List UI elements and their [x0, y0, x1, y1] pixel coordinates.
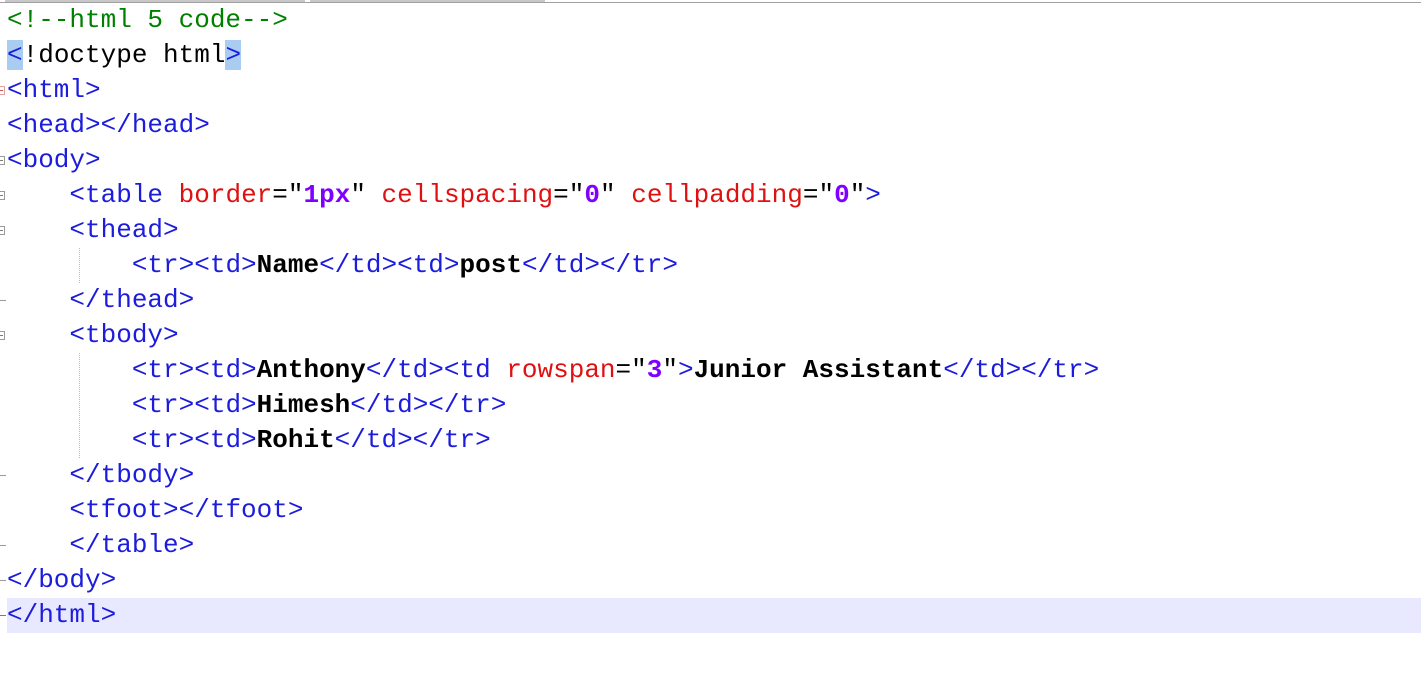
quote-token: ": [350, 180, 366, 210]
code-line[interactable]: <tr><td>Rohit</td></tr>: [7, 423, 1421, 458]
tag-token: <tbody>: [69, 320, 179, 350]
attribute-token: cellspacing: [381, 180, 554, 210]
fold-toggle-thead-icon[interactable]: [0, 226, 5, 235]
attribute-token: cellpadding: [631, 180, 803, 210]
cell-text-token: Himesh: [256, 390, 351, 420]
tag-token: >: [865, 180, 881, 210]
cell-text-token: Junior Assistant: [693, 355, 944, 385]
tag-token: <html>: [7, 75, 101, 105]
tag-token: <body>: [7, 145, 101, 175]
fold-end-tbody-icon: [0, 475, 6, 476]
code-line[interactable]: <table border="1px" cellspacing="0" cell…: [7, 178, 1421, 213]
equals-token: =: [615, 355, 632, 385]
tag-token: </thead>: [69, 285, 195, 315]
fold-toggle-html-icon[interactable]: [0, 86, 5, 95]
tag-token: </tbody>: [69, 460, 195, 490]
value-token: 0: [584, 180, 600, 210]
code-line[interactable]: <head></head>: [7, 108, 1421, 143]
tag-token: <tr><td>: [131, 250, 257, 280]
quote-token: ": [818, 180, 835, 210]
code-line[interactable]: </table>: [7, 528, 1421, 563]
tag-token: </td></tr>: [350, 390, 507, 420]
cell-text-token: Anthony: [256, 355, 366, 385]
doctype-token: doctype html: [38, 40, 226, 70]
value-token: 1px: [303, 180, 351, 210]
tag-token: </td></tr>: [943, 355, 1100, 385]
code-line[interactable]: </thead>: [7, 283, 1421, 318]
code-area[interactable]: <!--html 5 code--> <!doctype html> <html…: [7, 3, 1421, 633]
current-code-line[interactable]: </html>: [7, 598, 1421, 633]
tag-token: </html>: [7, 600, 117, 630]
fold-end-table-icon: [0, 545, 6, 546]
fold-end-body-icon: [0, 580, 6, 581]
code-line[interactable]: <tr><td>Anthony</td><td rowspan="3">Juni…: [7, 353, 1421, 388]
tag-token: <table: [69, 180, 164, 210]
tag-token: <thead>: [69, 215, 179, 245]
quote-token: ": [662, 355, 678, 385]
fold-toggle-tbody-icon[interactable]: [0, 331, 5, 340]
doctype-open-token: <: [7, 40, 23, 70]
tag-token: <tfoot></tfoot>: [69, 495, 304, 525]
tag-token: <head></head>: [7, 110, 210, 140]
tag-token: <td: [443, 355, 491, 385]
quote-token: ": [287, 180, 304, 210]
tag-token: </td></tr>: [334, 425, 491, 455]
tag-token: </td>: [365, 355, 444, 385]
equals-token: =: [553, 180, 569, 210]
fold-toggle-table-icon[interactable]: [0, 191, 5, 200]
quote-token: ": [849, 180, 866, 210]
code-line[interactable]: <!doctype html>: [7, 38, 1421, 73]
tag-token: </table>: [69, 530, 195, 560]
tag-token: </td><td>: [319, 250, 460, 280]
fold-end-html-icon: [0, 615, 6, 616]
tag-token: >: [677, 355, 694, 385]
cell-text-token: post: [459, 250, 522, 280]
doctype-bang-token: !: [22, 40, 39, 70]
code-line[interactable]: <tr><td>Himesh</td></tr>: [7, 388, 1421, 423]
equals-token: =: [272, 180, 288, 210]
tag-token: <tr><td>: [131, 425, 257, 455]
fold-toggle-body-icon[interactable]: [0, 156, 5, 165]
comment-token: <!--html 5 code-->: [7, 5, 288, 35]
code-line[interactable]: <tr><td>Name</td><td>post</td></tr>: [7, 248, 1421, 283]
code-line[interactable]: <tfoot></tfoot>: [7, 493, 1421, 528]
doctype-close-token: >: [225, 40, 242, 70]
tag-token: </body>: [7, 565, 117, 595]
code-line[interactable]: <thead>: [7, 213, 1421, 248]
fold-margin: [0, 3, 7, 673]
cell-text-token: Name: [256, 250, 320, 280]
attribute-token: rowspan: [506, 355, 616, 385]
quote-token: ": [568, 180, 585, 210]
quote-token: ": [600, 180, 616, 210]
code-line[interactable]: <body>: [7, 143, 1421, 178]
value-token: 0: [834, 180, 850, 210]
attribute-token: border: [178, 180, 273, 210]
code-line[interactable]: </tbody>: [7, 458, 1421, 493]
code-line[interactable]: </body>: [7, 563, 1421, 598]
fold-end-thead-icon: [0, 300, 6, 301]
code-line[interactable]: <html>: [7, 73, 1421, 108]
value-token: 3: [646, 355, 663, 385]
tag-token: <tr><td>: [131, 355, 257, 385]
equals-token: =: [802, 180, 819, 210]
tag-token: </td></tr>: [521, 250, 678, 280]
code-line[interactable]: <!--html 5 code-->: [7, 3, 1421, 38]
quote-token: ": [631, 355, 647, 385]
code-editor[interactable]: <!--html 5 code--> <!doctype html> <html…: [0, 0, 1421, 673]
tag-token: <tr><td>: [131, 390, 257, 420]
code-line[interactable]: <tbody>: [7, 318, 1421, 353]
cell-text-token: Rohit: [256, 425, 335, 455]
